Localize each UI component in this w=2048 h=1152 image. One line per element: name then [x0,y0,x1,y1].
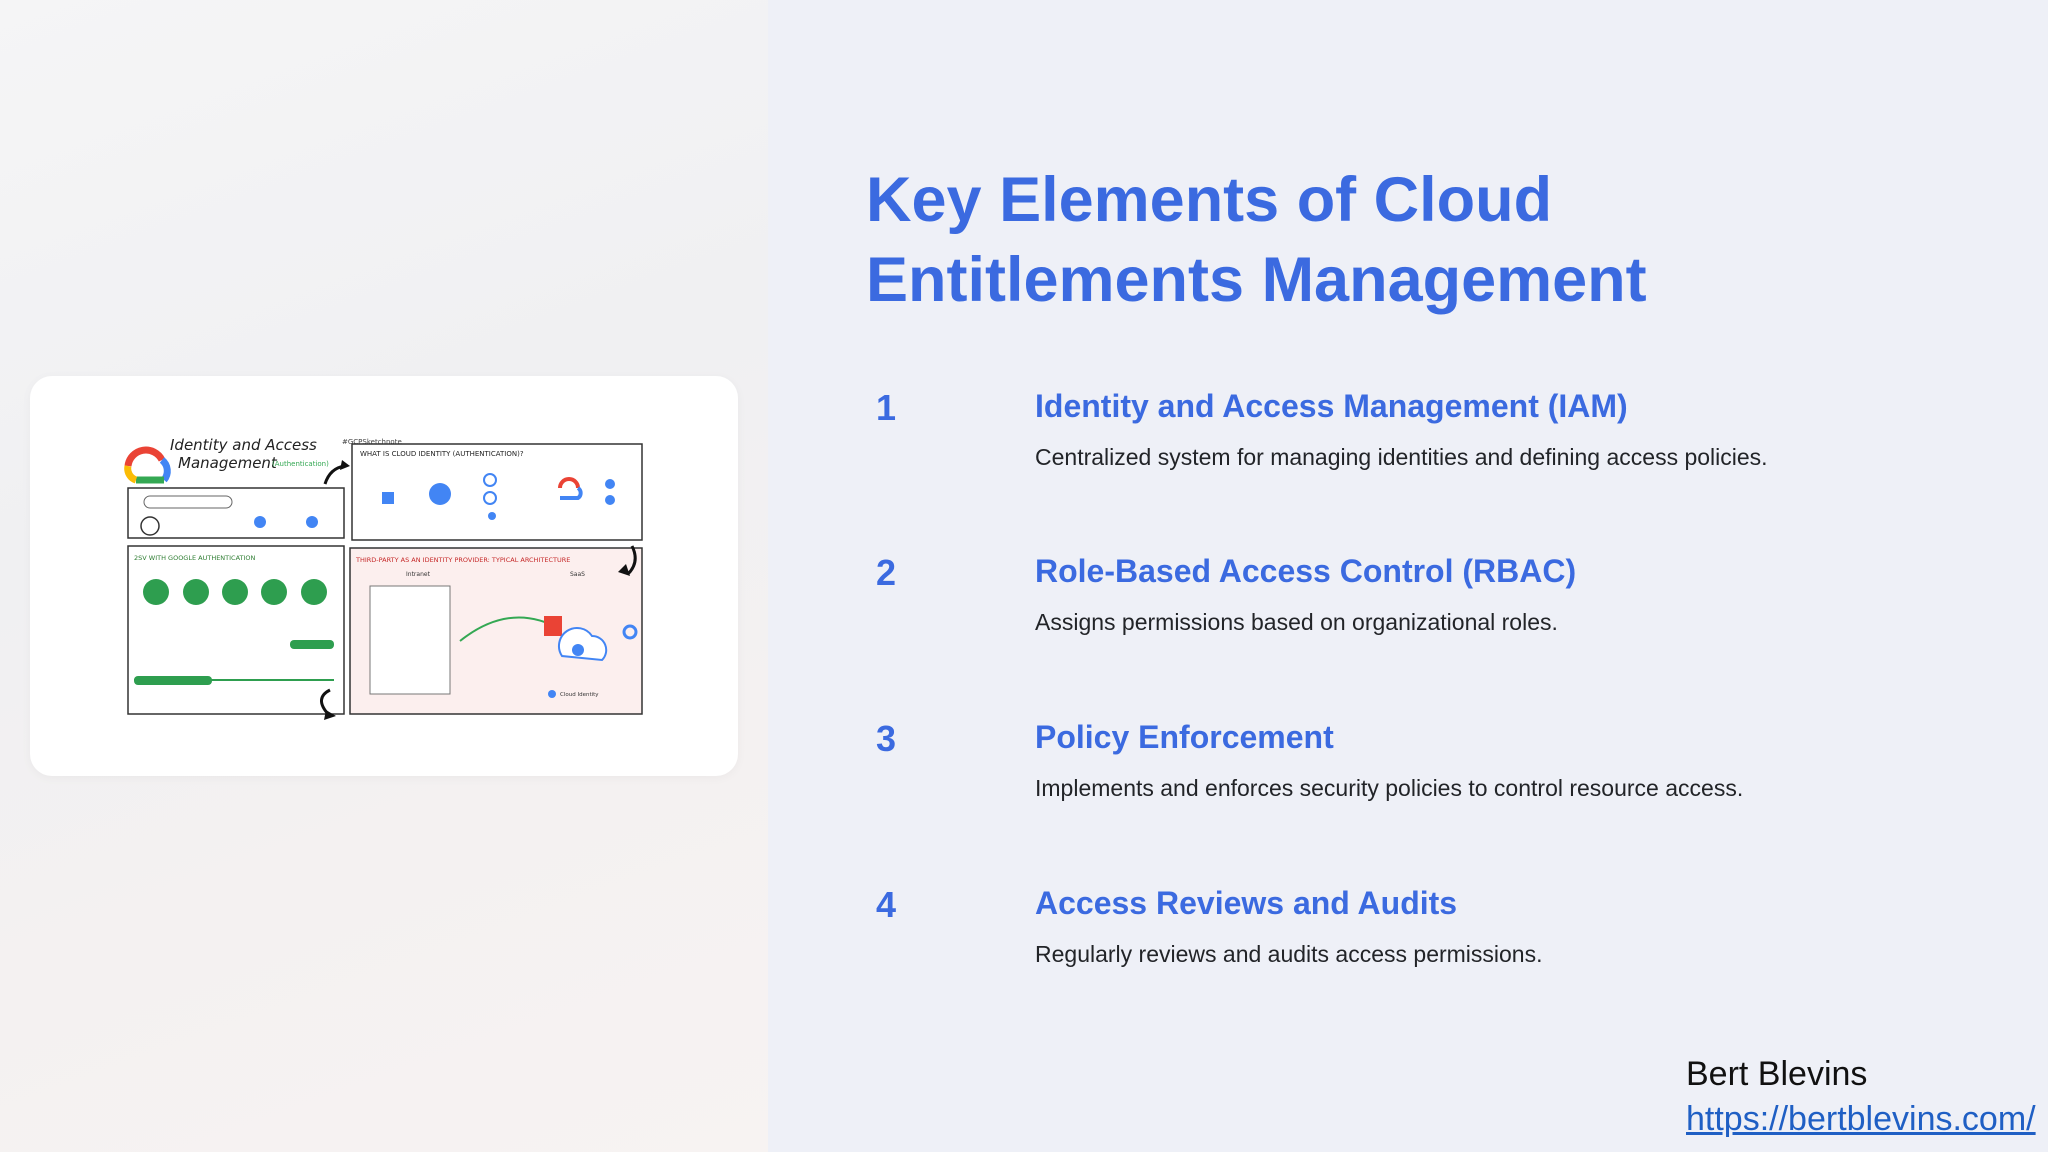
item-number: 2 [876,552,897,593]
list-item: 2 Role-Based Access Control (RBAC) Assig… [0,551,2048,701]
item-number: 1 [876,387,897,428]
author-website-link[interactable]: https://bertblevins.com/ [1686,1098,2036,1140]
slide-title-line1: Key Elements of Cloud [866,165,1553,235]
author-name: Bert Blevins [1686,1055,1868,1093]
list-item: 4 Access Reviews and Audits Regularly re… [0,883,2048,1033]
item-heading: Access Reviews and Audits [1035,885,1458,921]
list-item: 1 Identity and Access Management (IAM) C… [0,386,2048,536]
item-description: Implements and enforces security policie… [1035,775,1744,801]
list-item: 3 Policy Enforcement Implements and enfo… [0,717,2048,867]
slide-title: Key Elements of Cloud Entitlements Manag… [866,160,1966,320]
item-heading: Policy Enforcement [1035,719,1334,755]
item-heading: Identity and Access Management (IAM) [1035,388,1628,424]
item-number: 4 [876,884,897,925]
slide-title-line2: Entitlements Management [866,245,1647,315]
item-number: 3 [876,718,897,759]
item-heading: Role-Based Access Control (RBAC) [1035,553,1577,589]
item-description: Regularly reviews and audits access perm… [1035,941,1543,967]
item-description: Assigns permissions based on organizatio… [1035,609,1558,635]
item-description: Centralized system for managing identiti… [1035,444,1768,470]
